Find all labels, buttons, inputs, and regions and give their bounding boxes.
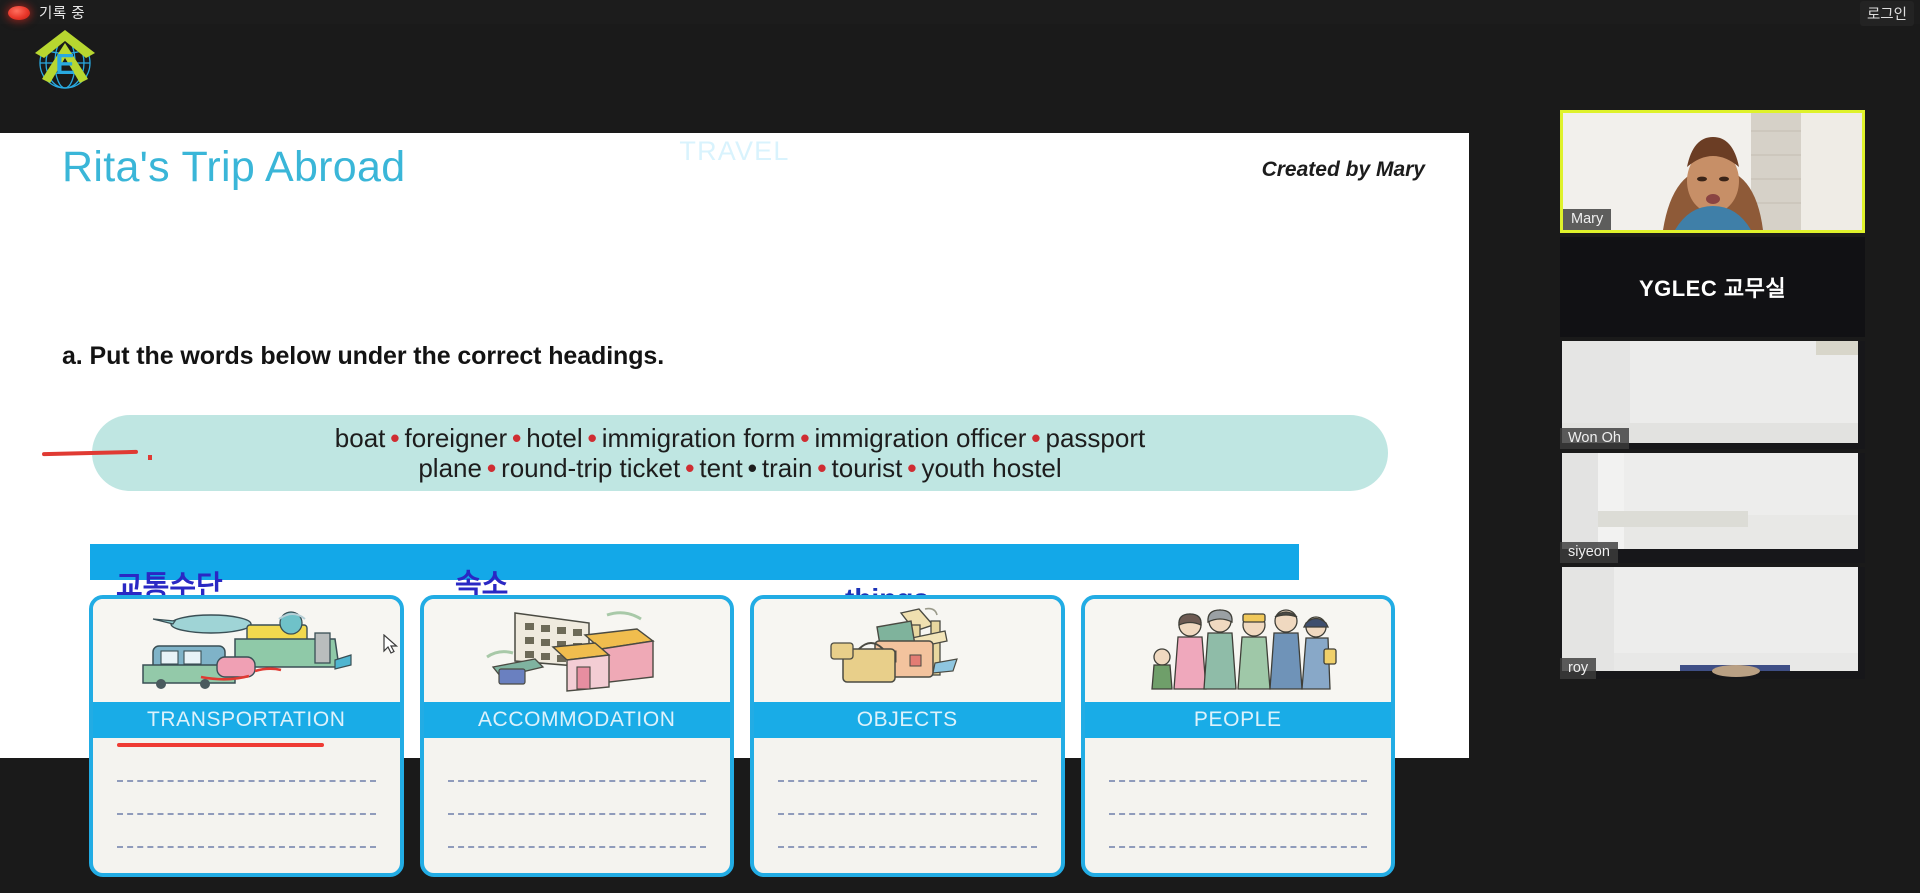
word-bank-separator: • <box>685 453 695 483</box>
card-heading-people: PEOPLE <box>1084 702 1391 738</box>
word-bank-word: tourist <box>831 453 903 483</box>
participant-display-name: YGLEC 교무실 <box>1638 276 1787 301</box>
answer-line[interactable] <box>778 845 1037 848</box>
answer-line[interactable] <box>447 812 706 815</box>
vehicles-illustration <box>93 599 400 702</box>
word-bank-separator: • <box>512 423 522 454</box>
participant-tile-mary[interactable]: Mary <box>1560 110 1865 233</box>
answer-line[interactable] <box>1108 845 1367 848</box>
word-bank-word: round-trip ticket <box>501 453 681 483</box>
participant-name-label: roy <box>1560 658 1597 679</box>
word-bank-line-1: boat • foreigner • hotel • immigration form • im… <box>335 424 1145 454</box>
word-bank-separator: • <box>486 453 497 483</box>
video-feed <box>1560 567 1865 679</box>
participant-tile-roy[interactable]: roy <box>1560 567 1865 679</box>
participant-name-label: Mary <box>1563 209 1612 230</box>
participant-name-label: siyeon <box>1560 542 1618 563</box>
mouse-pointer <box>383 633 399 654</box>
shared-slide[interactable]: Rita's Trip Abroad Created by Mary a. Pu… <box>0 133 1469 877</box>
word-bank-word: immigration officer <box>814 423 1027 454</box>
travel-header-bar <box>90 544 1299 580</box>
word-bank-word: plane <box>418 453 482 483</box>
word-bank-separator: • <box>800 423 810 454</box>
travel-header-label: TRAVEL <box>679 136 790 166</box>
answer-line[interactable] <box>117 812 376 815</box>
answer-line[interactable] <box>1108 812 1367 815</box>
word-bank-separator: • <box>817 453 827 483</box>
yglec-globe-arrow-logo: E <box>33 27 97 92</box>
answer-line[interactable] <box>447 779 706 782</box>
word-bank-line-2: plane • round-trip ticket • tent • train • touri… <box>418 453 1062 484</box>
word-bank-word: boat <box>334 423 386 454</box>
record-dot-icon <box>8 5 30 20</box>
recording-label: 기록 중 <box>39 6 86 22</box>
answer-line[interactable] <box>447 845 706 848</box>
card-answer-lines-people[interactable] <box>1085 738 1392 873</box>
word-bank-separator: • <box>747 453 757 483</box>
card-answer-lines-transportation[interactable] <box>93 738 400 873</box>
card-heading-objects: OBJECTS <box>754 702 1061 738</box>
participant-tile-won-oh[interactable]: Won Oh <box>1560 341 1865 449</box>
answer-line[interactable] <box>117 779 376 782</box>
participant-tile-yglec-office[interactable]: YGLEC 교무실 <box>1560 237 1865 337</box>
word-bank-word: immigration form <box>601 423 796 454</box>
red-tick-annotation <box>148 455 152 460</box>
answer-line[interactable] <box>117 845 376 848</box>
card-transportation[interactable]: TRANSPORTATION <box>89 595 404 877</box>
word-bank: boat • foreigner • hotel • immigration form • im… <box>92 415 1388 491</box>
word-bank-separator: • <box>907 453 917 483</box>
top-bar: 기록 중 로그인 <box>0 0 1920 26</box>
red-underline-transportation-annotation <box>117 743 324 747</box>
word-bank-word: train <box>761 453 813 483</box>
word-bank-separator: • <box>587 423 597 454</box>
card-heading-transportation: TRANSPORTATION <box>93 702 400 738</box>
instruction-text: a. Put the words below under the correct… <box>62 342 665 370</box>
answer-line[interactable] <box>1108 779 1367 782</box>
participant-tile-siyeon[interactable]: siyeon <box>1560 453 1865 563</box>
word-bank-word: tent <box>699 453 743 483</box>
card-objects[interactable]: OBJECTS <box>750 595 1065 877</box>
word-bank-separator: • <box>390 423 400 454</box>
word-bank-word: passport <box>1045 423 1146 454</box>
luggage-illustration <box>754 599 1061 702</box>
word-bank-word: foreigner <box>404 423 508 454</box>
word-bank-separator: • <box>1031 423 1041 454</box>
answer-line[interactable] <box>778 812 1037 815</box>
buildings-illustration <box>423 599 730 702</box>
category-cards: TRANSPORTATION ACCOMMODATION OBJECTS PEO… <box>89 595 1395 877</box>
svg-text:E: E <box>55 49 74 81</box>
card-people[interactable]: PEOPLE <box>1080 595 1395 877</box>
people-queue-illustration <box>1084 599 1391 702</box>
card-answer-lines-objects[interactable] <box>754 738 1061 873</box>
participant-name-label: Won Oh <box>1560 428 1629 449</box>
card-answer-lines-accommodation[interactable] <box>424 738 731 873</box>
word-bank-word: youth hostel <box>921 453 1062 483</box>
answer-line[interactable] <box>778 779 1037 782</box>
participant-sidebar: Mary YGLEC 교무실 Won Oh siyeon roy <box>1560 110 1865 683</box>
word-bank-word: hotel <box>526 423 583 454</box>
card-accommodation[interactable]: ACCOMMODATION <box>419 595 734 877</box>
login-button[interactable]: 로그인 <box>1859 1 1914 26</box>
card-heading-accommodation: ACCOMMODATION <box>423 702 730 738</box>
recording-indicator: 기록 중 <box>8 2 85 23</box>
